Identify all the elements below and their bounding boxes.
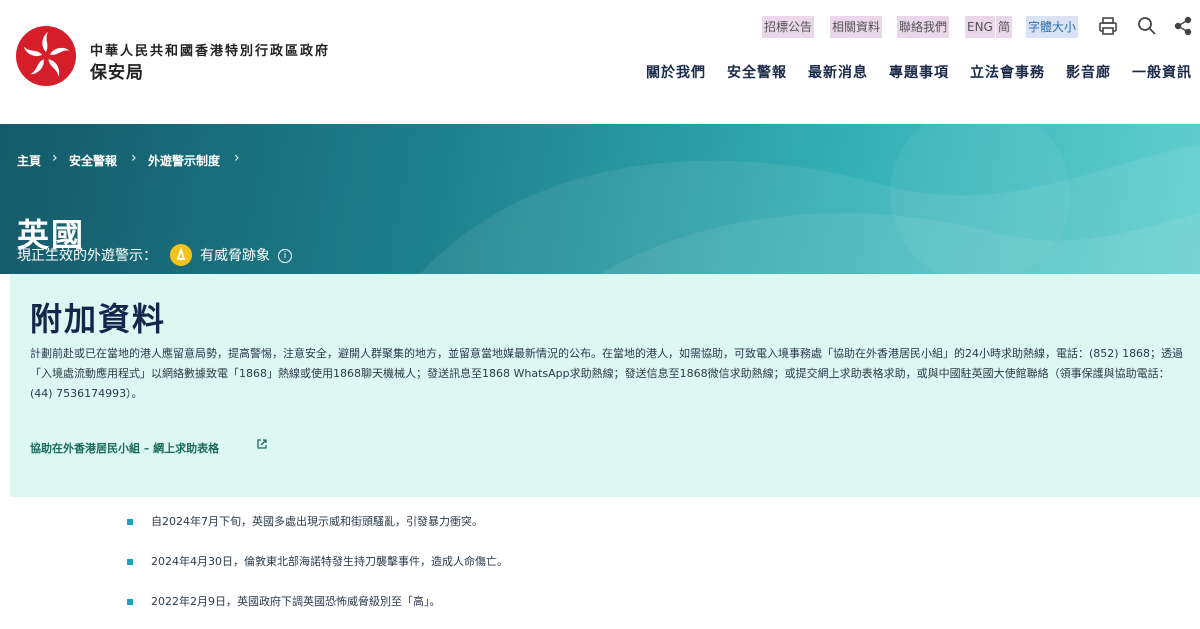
list-item: 自2024年7月下旬，英國多處出現示威和街頭騷亂，引發暴力衝突。 (127, 513, 483, 529)
util-link-english[interactable]: ENG (965, 16, 995, 38)
breadcrumb-outbound-travel-alert[interactable]: 外遊警示制度 (148, 152, 220, 169)
info-icon[interactable]: i (278, 249, 292, 263)
event-text: 2024年4月30日，倫敦東北部海諾特發生持刀襲擊事件，造成人命傷亡。 (151, 555, 508, 568)
util-link-related[interactable]: 相關資料 (830, 16, 883, 38)
bullet-icon (127, 599, 133, 605)
additional-info-body: 計劃前赴或已在當地的港人應留意局勢，提高警惕，注意安全，避開人群聚集的地方，並留… (30, 347, 1184, 400)
event-text: 2022年2月9日，英國政府下調英國恐怖威脅級別至「高」。 (151, 595, 441, 608)
share-icon[interactable] (1172, 15, 1194, 37)
hero-banner: 主頁 › 安全警報 › 外遊警示制度 › 英國 現正生效的外遊警示： 有威脅跡象… (0, 124, 1200, 274)
print-icon[interactable] (1097, 15, 1119, 37)
nav-special-topics[interactable]: 專題事項 (889, 62, 949, 82)
breadcrumb-home[interactable]: 主頁 (17, 152, 41, 169)
bullet-icon (127, 519, 133, 525)
nav-general-info[interactable]: 一般資訊 (1132, 62, 1192, 82)
site-header: 中華人民共和國香港特別行政區政府 保安局 招標公告 相關資料 聯絡我們 ENG … (0, 0, 1200, 124)
breadcrumb-separator-icon: › (131, 150, 137, 166)
util-link-tender[interactable]: 招標公告 (762, 16, 815, 38)
event-text: 自2024年7月下旬，英國多處出現示威和街頭騷亂，引發暴力衝突。 (151, 515, 483, 528)
external-link-icon[interactable] (255, 437, 269, 451)
nav-media-gallery[interactable]: 影音廊 (1066, 62, 1111, 82)
font-size-button[interactable]: 字體大小 (1026, 16, 1079, 38)
bureau-name: 保安局 (90, 63, 144, 83)
nav-about-us[interactable]: 關於我們 (646, 62, 706, 82)
alert-level-text: 有威脅跡象 (200, 248, 270, 264)
nav-latest-news[interactable]: 最新消息 (808, 62, 868, 82)
hksar-emblem-logo[interactable] (16, 26, 76, 86)
util-link-simplified[interactable]: 简 (996, 16, 1013, 38)
alert-label: 現正生效的外遊警示： (17, 248, 157, 264)
search-icon[interactable] (1136, 15, 1158, 37)
nav-legco-business[interactable]: 立法會事務 (970, 62, 1045, 82)
additional-info-panel: 附加資料 計劃前赴或已在當地的港人應留意局勢，提高警惕，注意安全，避開人群聚集的… (10, 274, 1200, 497)
alert-level-badge-icon (170, 244, 192, 266)
util-link-contact[interactable]: 聯絡我們 (897, 16, 950, 38)
bullet-icon (127, 559, 133, 565)
government-name: 中華人民共和國香港特別行政區政府 (90, 44, 331, 59)
list-item: 2022年2月9日，英國政府下調英國恐怖威脅級別至「高」。 (127, 593, 441, 609)
nav-security-alerts[interactable]: 安全警報 (727, 62, 787, 82)
additional-info-title: 附加資料 (30, 300, 167, 338)
breadcrumb-separator-icon: › (52, 150, 58, 166)
list-item: 2024年4月30日，倫敦東北部海諾特發生持刀襲擊事件，造成人命傷亡。 (127, 553, 508, 569)
breadcrumb-separator-icon: › (234, 150, 240, 166)
online-assistance-form-link[interactable]: 協助在外香港居民小組 – 網上求助表格 (30, 440, 219, 456)
breadcrumb-security-alerts[interactable]: 安全警報 (69, 152, 117, 169)
